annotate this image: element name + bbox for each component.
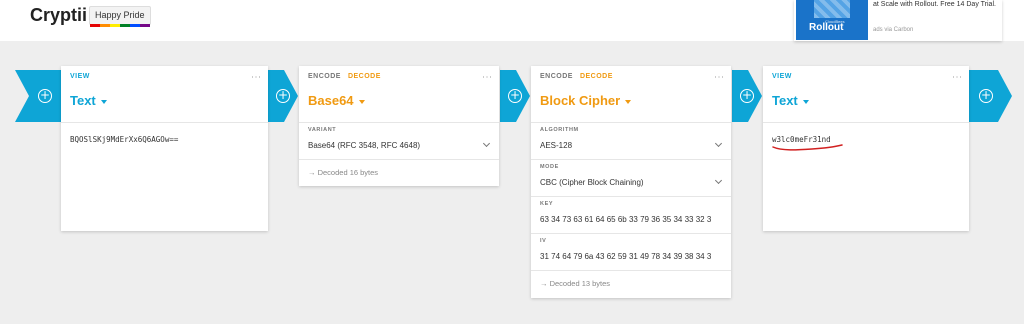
field-label: VARIANT xyxy=(308,127,337,133)
plus-icon[interactable]: + xyxy=(979,89,993,103)
view-text-card: VIEW ⋮ Text BQOSlSKj9MdErXx6Q6AGOw== xyxy=(61,66,268,231)
status-label: Decoded 16 bytes xyxy=(317,168,379,177)
text-content[interactable]: BQOSlSKj9MdErXx6Q6AGOw== xyxy=(70,135,178,144)
pride-badge[interactable]: Happy Pride xyxy=(89,6,151,27)
caret-down-icon xyxy=(802,99,809,104)
plus-icon[interactable]: + xyxy=(38,89,52,103)
card-title-dropdown[interactable]: Block Cipher xyxy=(540,93,632,108)
decode-tab[interactable]: DECODE xyxy=(348,73,381,80)
variant-select[interactable]: VARIANT Base64 (RFC 3548, RFC 4648) xyxy=(299,123,499,160)
card-header-labels: ENCODE DECODE xyxy=(308,73,381,80)
plus-icon[interactable]: + xyxy=(740,89,754,103)
status-row: → Decoded 16 bytes xyxy=(299,160,499,186)
plus-icon[interactable]: + xyxy=(276,89,290,103)
ad-image[interactable]: CloudBees Rollout xyxy=(796,0,868,40)
pride-badge-label: Happy Pride xyxy=(95,10,145,20)
rainbow-stripe xyxy=(90,24,150,27)
base64-card: ENCODE DECODE ⋮ Base64 VARIANT Base64 (RF… xyxy=(299,66,499,186)
block-cipher-card: ENCODE DECODE ⋮ Block Cipher ALGORITHM AE… xyxy=(531,66,731,298)
view-label: VIEW xyxy=(70,73,90,80)
status-row: → Decoded 13 bytes xyxy=(531,271,731,297)
status-text: → Decoded 13 bytes xyxy=(540,279,610,288)
iv-input[interactable]: IV 31 74 64 79 6a 43 62 59 31 49 78 34 3… xyxy=(531,234,731,271)
status-label: Decoded 13 bytes xyxy=(549,279,611,288)
app-header: Cryptii Happy Pride CloudBees Rollout at… xyxy=(0,0,1024,41)
view-label: VIEW xyxy=(772,73,792,80)
ad-cubes-graphic xyxy=(814,0,850,18)
app-title[interactable]: Cryptii xyxy=(30,5,87,26)
add-brick-arrow[interactable]: + xyxy=(15,70,61,122)
card-title-dropdown[interactable]: Text xyxy=(772,93,809,108)
field-value: AES-128 xyxy=(540,141,573,150)
card-title-dropdown[interactable]: Text xyxy=(70,93,107,108)
arrow-right-icon: → xyxy=(308,168,316,177)
ad-logo: Rollout xyxy=(809,22,844,33)
caret-down-icon xyxy=(358,99,365,104)
field-value[interactable]: 63 34 73 63 61 64 65 6b 33 79 36 35 34 3… xyxy=(540,215,726,224)
caret-down-icon xyxy=(100,99,107,104)
card-header: ENCODE DECODE ⋮ Block Cipher xyxy=(531,66,731,123)
field-label: KEY xyxy=(540,201,554,207)
key-input[interactable]: KEY 63 34 73 63 61 64 65 6b 33 79 36 35 … xyxy=(531,197,731,234)
field-value: Base64 (RFC 3548, RFC 4648) xyxy=(308,141,421,150)
add-brick-arrow[interactable]: + xyxy=(964,70,1012,122)
encode-tab[interactable]: ENCODE xyxy=(308,73,341,80)
card-header: ENCODE DECODE ⋮ Base64 xyxy=(299,66,499,123)
card-header-labels: VIEW xyxy=(70,73,90,80)
card-title-text: Text xyxy=(772,93,798,108)
card-title-text: Base64 xyxy=(308,93,354,108)
card-title-dropdown[interactable]: Base64 xyxy=(308,93,365,108)
mode-select[interactable]: MODE CBC (Cipher Block Chaining) xyxy=(531,160,731,197)
decode-tab[interactable]: DECODE xyxy=(580,73,613,80)
card-header: VIEW ⋮ Text xyxy=(763,66,969,123)
card-header: VIEW ⋮ Text xyxy=(61,66,268,123)
red-underline-annotation xyxy=(772,144,843,151)
encode-tab[interactable]: ENCODE xyxy=(540,73,573,80)
more-options-icon[interactable]: ⋮ xyxy=(250,72,261,82)
card-title-text: Text xyxy=(70,93,96,108)
more-options-icon[interactable]: ⋮ xyxy=(951,72,962,82)
plus-icon[interactable]: + xyxy=(508,89,522,103)
field-label: ALGORITHM xyxy=(540,127,579,133)
field-label: IV xyxy=(540,238,547,244)
more-options-icon[interactable]: ⋮ xyxy=(713,72,724,82)
arrow-right-icon: → xyxy=(540,279,548,288)
ad-via[interactable]: ads via Carbon xyxy=(873,27,913,33)
status-text: → Decoded 16 bytes xyxy=(308,168,378,177)
card-header-labels: ENCODE DECODE xyxy=(540,73,613,80)
carbon-ad[interactable]: CloudBees Rollout at Scale with Rollout.… xyxy=(794,0,1002,41)
field-label: MODE xyxy=(540,164,559,170)
field-value: CBC (Cipher Block Chaining) xyxy=(540,178,644,187)
more-options-icon[interactable]: ⋮ xyxy=(481,72,492,82)
caret-down-icon xyxy=(625,99,632,104)
field-value[interactable]: 31 74 64 79 6a 43 62 59 31 49 78 34 39 3… xyxy=(540,252,726,261)
algorithm-select[interactable]: ALGORITHM AES-128 xyxy=(531,123,731,160)
ad-text[interactable]: at Scale with Rollout. Free 14 Day Trial… xyxy=(873,0,999,10)
card-title-text: Block Cipher xyxy=(540,93,621,108)
card-header-labels: VIEW xyxy=(772,73,792,80)
